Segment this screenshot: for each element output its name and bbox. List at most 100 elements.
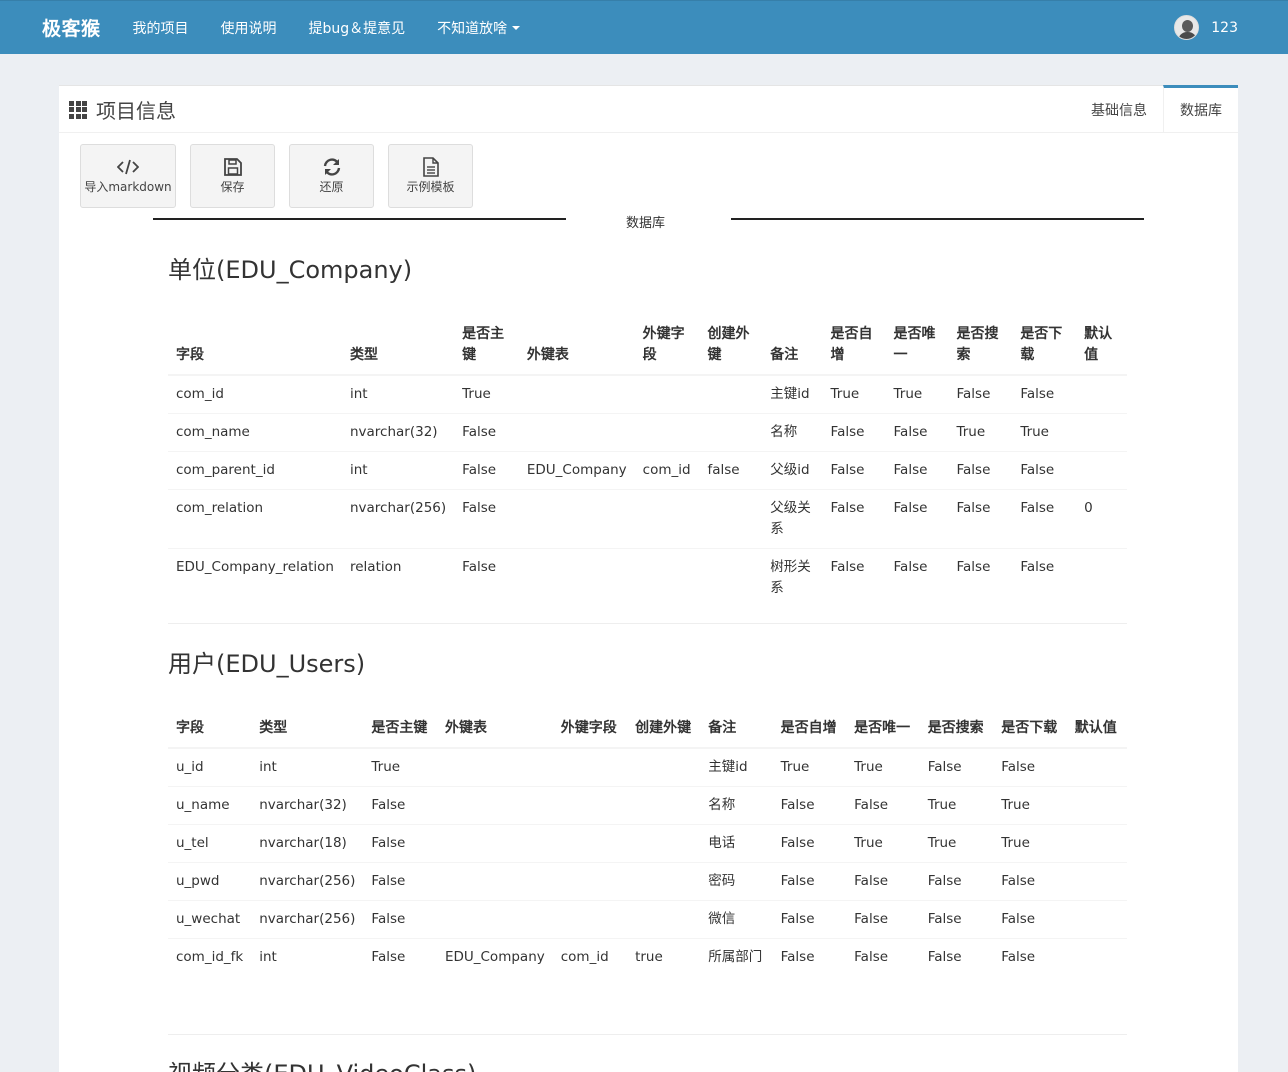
- column-header: 备注: [700, 710, 773, 749]
- table-cell: False: [993, 938, 1067, 976]
- column-header: 字段: [168, 316, 342, 376]
- table-cell: [1066, 786, 1127, 825]
- nav-my-projects[interactable]: 我的项目: [133, 18, 189, 38]
- table-cell: True: [919, 786, 994, 825]
- table-cell: False: [363, 900, 437, 939]
- table-cell: nvarchar(256): [251, 900, 364, 939]
- table-cell: False: [772, 862, 847, 901]
- table-row: u_wechat nvarchar(256) False 微信 False False Fa…: [168, 900, 1127, 939]
- table-cell: False: [885, 489, 949, 549]
- table-cell: False: [919, 938, 994, 976]
- table-cell: 树形关系: [762, 548, 823, 607]
- table-row: com_name nvarchar(32) False 名称 False False Tru…: [168, 413, 1127, 452]
- table-cell: 主键id: [700, 747, 773, 787]
- column-header: 是否搜索: [919, 710, 994, 749]
- tabs: 基础信息 数据库: [1075, 85, 1238, 133]
- table-cell: False: [454, 548, 519, 607]
- table-cell: u_pwd: [168, 862, 252, 901]
- table-cell: False: [846, 938, 920, 976]
- table-cell: int: [341, 451, 455, 490]
- floppy-disk-icon: [223, 157, 242, 177]
- column-header: 外键字段: [552, 710, 628, 749]
- table-cell: [552, 786, 628, 825]
- table-cell: True: [885, 374, 949, 414]
- table-cell: 名称: [700, 786, 773, 825]
- toolbar: 导入markdown 保存 还原 示例模板: [80, 144, 487, 208]
- column-header: 默认值: [1066, 710, 1127, 749]
- table-cell: [634, 374, 700, 414]
- table-header-row: 字段 类型 是否主键 外键表 外键字段 创建外键 备注 是否自增 是否唯一 是否搜索 是否下载 默认值: [168, 316, 1127, 376]
- table-cell: com_id_fk: [168, 938, 252, 976]
- table-cell: nvarchar(18): [251, 824, 364, 863]
- save-button[interactable]: 保存: [190, 144, 275, 208]
- nav-usage-guide[interactable]: 使用说明: [221, 18, 277, 38]
- table-cell: False: [363, 938, 437, 976]
- table-row: u_id int True 主键id True True False False: [168, 747, 1127, 787]
- brand-logo[interactable]: 极客猴: [42, 14, 101, 41]
- tab-basic-info[interactable]: 基础信息: [1075, 86, 1163, 133]
- table-section-company: 单位(EDU_Company) 字段 类型 是否主键 外键表 外键字段 创建外键 备注 是否自…: [168, 250, 1127, 624]
- table-cell: False: [1012, 374, 1077, 414]
- nav-feedback[interactable]: 提bug＆提意见: [309, 18, 406, 38]
- table-cell: False: [822, 413, 886, 452]
- table-cell: [627, 824, 701, 863]
- caret-down-icon: [512, 25, 521, 30]
- import-markdown-label: 导入markdown: [84, 180, 172, 194]
- nav-dropdown[interactable]: 不知道放啥: [437, 18, 521, 38]
- table-cell: True: [993, 824, 1067, 863]
- table-cell: False: [1012, 489, 1077, 549]
- column-header: 外键字段: [634, 316, 700, 376]
- table-cell: com_parent_id: [168, 451, 342, 490]
- table-cell: False: [772, 786, 847, 825]
- table-cell: [1066, 747, 1127, 787]
- table-cell: com_id: [634, 451, 700, 490]
- example-template-button[interactable]: 示例模板: [388, 144, 473, 208]
- import-markdown-button[interactable]: 导入markdown: [80, 144, 176, 208]
- column-header: 是否自增: [822, 316, 886, 376]
- table-cell: true: [627, 938, 701, 976]
- user-menu[interactable]: 123: [1174, 15, 1238, 40]
- table-cell: False: [919, 747, 994, 787]
- column-header: 是否唯一: [846, 710, 920, 749]
- table-cell: [699, 548, 763, 607]
- refresh-icon: [322, 157, 342, 177]
- table-cell: [627, 900, 701, 939]
- tab-database[interactable]: 数据库: [1163, 85, 1238, 132]
- table-cell: false: [699, 451, 763, 490]
- table-cell: True: [919, 824, 994, 863]
- table-cell: False: [948, 374, 1013, 414]
- table-cell: [699, 374, 763, 414]
- table-row: u_tel nvarchar(18) False 电话 False True True Tru…: [168, 824, 1127, 863]
- column-header: 类型: [251, 710, 364, 749]
- table-cell: [552, 862, 628, 901]
- column-header: 是否自增: [772, 710, 847, 749]
- table-cell: False: [363, 786, 437, 825]
- table-cell: [1076, 413, 1127, 452]
- column-header: 是否下载: [993, 710, 1067, 749]
- restore-button[interactable]: 还原: [289, 144, 374, 208]
- divider-label: 数据库: [626, 216, 666, 231]
- table-cell: [518, 374, 635, 414]
- column-header: 外键表: [436, 710, 553, 749]
- column-header: 字段: [168, 710, 252, 749]
- column-header: 备注: [762, 316, 823, 376]
- column-header: 是否下载: [1012, 316, 1077, 376]
- column-header: 默认值: [1076, 316, 1127, 376]
- table-cell: False: [822, 489, 886, 549]
- table-cell: [552, 824, 628, 863]
- top-navbar: 极客猴 我的项目 使用说明 提bug＆提意见 不知道放啥 123: [0, 0, 1288, 54]
- table-row: com_parent_id int False EDU_Company com_id fa…: [168, 451, 1127, 490]
- table-header-row: 字段 类型 是否主键 外键表 外键字段 创建外键 备注 是否自增 是否唯一 是否搜索 是否下载 默认值: [168, 710, 1127, 749]
- table-cell: True: [822, 374, 886, 414]
- table-cell: False: [993, 900, 1067, 939]
- column-header: 是否主键: [454, 316, 519, 376]
- table-cell: False: [454, 451, 519, 490]
- table-cell: [627, 862, 701, 901]
- table-cell: [552, 747, 628, 787]
- table-cell: [436, 824, 553, 863]
- table-cell: [627, 747, 701, 787]
- code-icon: [117, 157, 139, 177]
- table-cell: [436, 786, 553, 825]
- section-divider: [168, 623, 1127, 624]
- table-cell: [436, 900, 553, 939]
